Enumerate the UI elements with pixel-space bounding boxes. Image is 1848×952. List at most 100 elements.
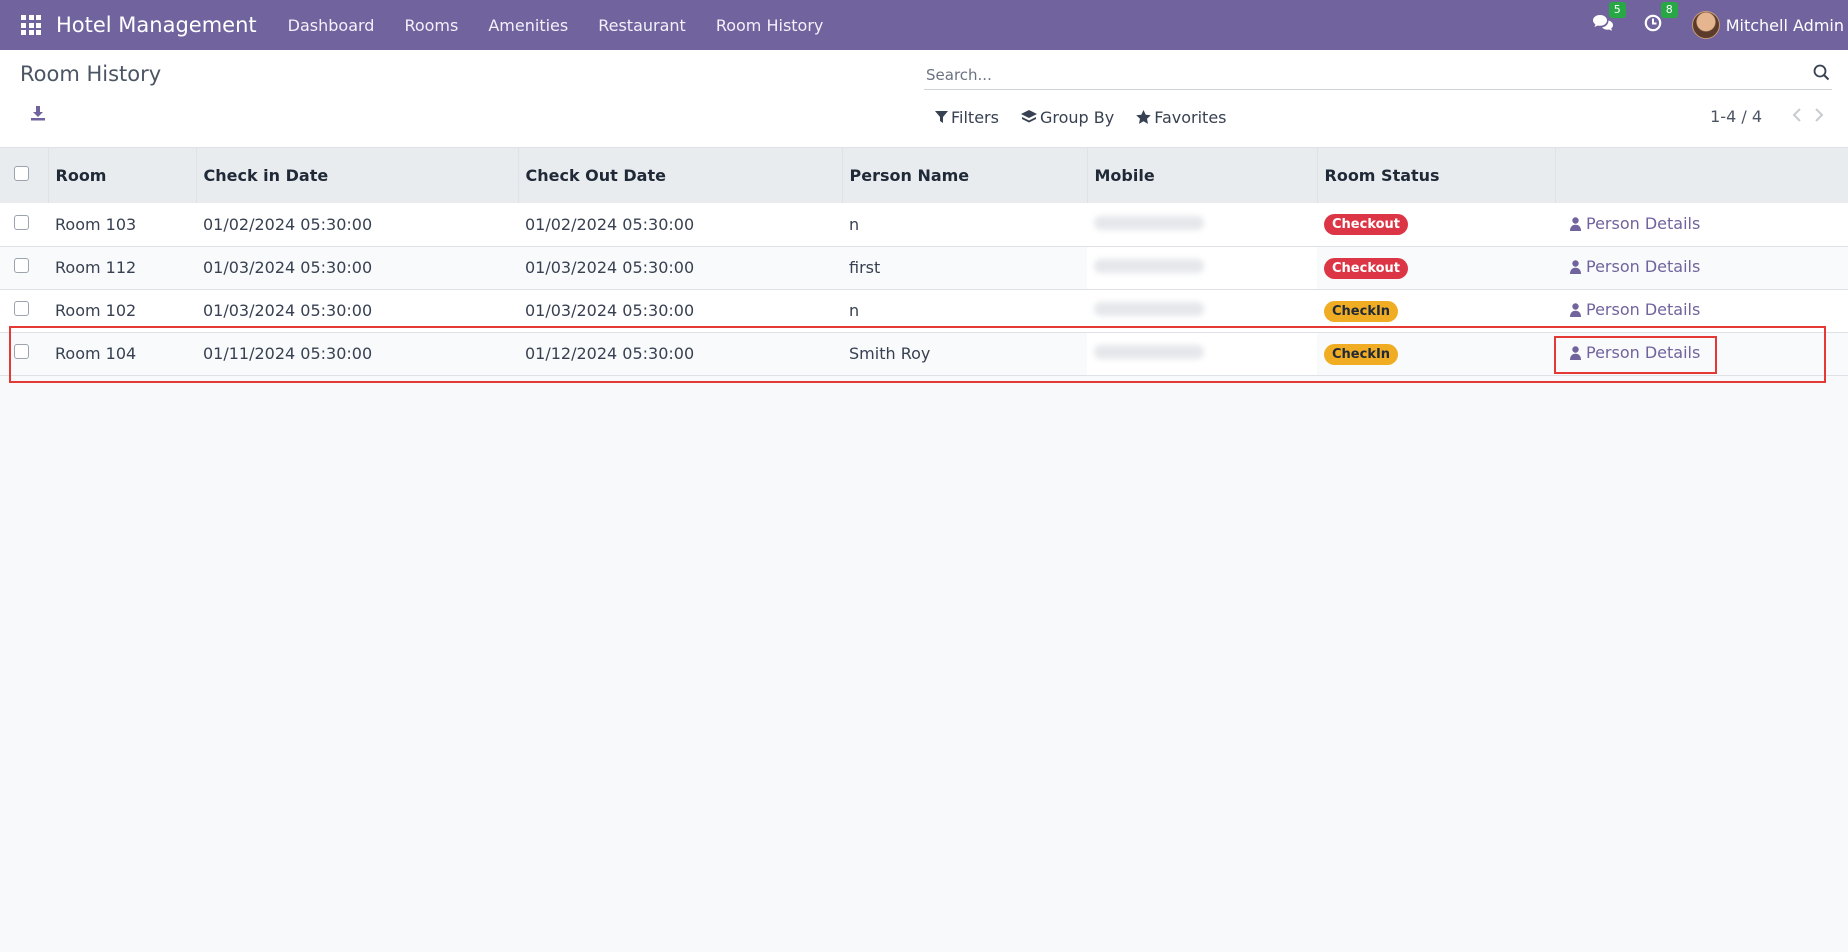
redacted-mobile	[1094, 302, 1204, 316]
search-bar	[924, 60, 1832, 90]
column-person-name[interactable]: Person Name	[842, 148, 1088, 203]
mobile-cell	[1087, 203, 1317, 246]
user-icon	[1570, 216, 1581, 231]
column-check-out-date[interactable]: Check Out Date	[518, 148, 843, 203]
app-grid-icon[interactable]	[21, 15, 41, 35]
menu-amenities[interactable]: Amenities	[473, 16, 583, 35]
room-cell: Room 104	[55, 344, 137, 363]
app-brand[interactable]: Hotel Management	[56, 13, 257, 37]
person-name-cell: n	[849, 301, 860, 320]
avatar	[1691, 11, 1720, 39]
check-out-cell: 01/03/2024 05:30:00	[525, 301, 695, 320]
pager-previous-button[interactable]	[1792, 107, 1802, 126]
user-icon	[1570, 260, 1581, 274]
mobile-cell	[1087, 332, 1317, 375]
status-badge: Checkout	[1324, 214, 1409, 236]
messages-count-badge: 5	[1608, 2, 1626, 18]
user-menu[interactable]: Mitchell Admin	[1691, 11, 1844, 39]
favorites-label: Favorites	[1154, 108, 1227, 127]
column-mobile[interactable]: Mobile	[1087, 148, 1318, 203]
mobile-cell	[1087, 289, 1317, 332]
column-actions	[1555, 148, 1848, 203]
person-name-cell: first	[849, 258, 881, 277]
main-menu: Dashboard Rooms Amenities Restaurant Roo…	[273, 16, 839, 35]
status-cell: Checkout	[1317, 246, 1555, 289]
person-details-label: Person Details	[1586, 343, 1701, 363]
control-panel: Room History Filters Group By	[0, 50, 1848, 148]
column-check-in-date[interactable]: Check in Date	[196, 148, 519, 203]
page-title: Room History	[20, 62, 162, 86]
column-room-status[interactable]: Room Status	[1317, 148, 1556, 203]
mobile-cell	[1087, 246, 1317, 289]
pager: 1-4 / 4	[1710, 107, 1824, 126]
check-out-cell: 01/03/2024 05:30:00	[525, 258, 695, 277]
search-input[interactable]	[924, 65, 1813, 84]
table-row[interactable]: Room 112 01/03/2024 05:30:00 01/03/2024 …	[0, 246, 1848, 289]
row-checkbox[interactable]	[14, 301, 29, 316]
export-button[interactable]	[30, 105, 46, 125]
menu-room-history[interactable]: Room History	[701, 16, 839, 35]
person-details-button[interactable]: Person Details	[1570, 300, 1700, 319]
table-row[interactable]: Room 103 01/02/2024 05:30:00 01/02/2024 …	[0, 203, 1848, 246]
download-icon	[31, 106, 45, 121]
status-cell: CheckIn	[1317, 332, 1555, 375]
action-cell: Person Details	[1555, 289, 1848, 332]
top-navbar: Hotel Management Dashboard Rooms Ameniti…	[0, 0, 1848, 50]
menu-dashboard[interactable]: Dashboard	[273, 16, 390, 35]
group-by-button[interactable]: Group By	[1020, 108, 1115, 127]
person-details-label: Person Details	[1586, 300, 1701, 320]
check-out-cell: 01/12/2024 05:30:00	[525, 344, 695, 363]
favorites-button[interactable]: Favorites	[1136, 108, 1227, 127]
table-row[interactable]: Room 102 01/03/2024 05:30:00 01/03/2024 …	[0, 289, 1848, 332]
action-cell: Person Details	[1555, 332, 1848, 375]
person-name-cell: Smith Roy	[849, 344, 931, 363]
person-details-button[interactable]: Person Details	[1570, 257, 1700, 276]
pager-value[interactable]: 1-4 / 4	[1710, 107, 1762, 126]
redacted-mobile	[1094, 259, 1204, 273]
person-details-button[interactable]: Person Details	[1570, 214, 1700, 233]
menu-restaurant[interactable]: Restaurant	[583, 16, 701, 35]
row-checkbox[interactable]	[14, 344, 29, 359]
filters-label: Filters	[951, 108, 999, 127]
star-icon	[1136, 110, 1152, 124]
person-name-cell: n	[849, 214, 860, 234]
table-row[interactable]: Room 104 01/11/2024 05:30:00 01/12/2024 …	[0, 332, 1848, 375]
check-in-cell: 01/03/2024 05:30:00	[203, 258, 373, 277]
status-cell: CheckIn	[1317, 289, 1555, 332]
status-badge: CheckIn	[1324, 343, 1399, 365]
filter-icon	[935, 111, 948, 123]
column-room[interactable]: Room	[48, 148, 197, 203]
pager-next-button[interactable]	[1814, 107, 1824, 126]
table-header: Room Check in Date Check Out Date Person…	[0, 148, 1848, 203]
status-badge: Checkout	[1324, 257, 1409, 279]
activities-count-badge: 8	[1660, 2, 1678, 18]
search-icon[interactable]	[1813, 64, 1830, 85]
check-in-cell: 01/03/2024 05:30:00	[203, 301, 373, 320]
redacted-mobile	[1094, 345, 1204, 359]
person-details-label: Person Details	[1586, 214, 1701, 233]
row-checkbox[interactable]	[14, 258, 29, 273]
messages-button[interactable]: 5	[1592, 2, 1626, 36]
action-cell: Person Details	[1555, 246, 1848, 289]
group-by-label: Group By	[1039, 108, 1115, 127]
status-badge: CheckIn	[1324, 300, 1399, 322]
room-history-table: Room Check in Date Check Out Date Person…	[0, 148, 1848, 376]
status-cell: Checkout	[1317, 203, 1555, 246]
person-details-button[interactable]: Person Details	[1570, 343, 1700, 362]
select-all-checkbox[interactable]	[14, 166, 29, 181]
menu-rooms[interactable]: Rooms	[389, 16, 473, 35]
row-checkbox[interactable]	[14, 214, 29, 230]
chevron-right-icon	[1815, 108, 1824, 122]
activities-button[interactable]: 8	[1644, 2, 1678, 36]
check-in-cell: 01/11/2024 05:30:00	[203, 344, 373, 363]
redacted-mobile	[1094, 215, 1204, 230]
action-cell: Person Details	[1555, 203, 1848, 246]
clock-icon	[1644, 14, 1662, 32]
room-history-list: Room Check in Date Check Out Date Person…	[0, 148, 1848, 376]
filters-button[interactable]: Filters	[935, 108, 999, 127]
person-details-label: Person Details	[1586, 257, 1701, 277]
check-in-cell: 01/02/2024 05:30:00	[203, 214, 373, 234]
user-icon	[1570, 303, 1581, 317]
room-cell: Room 102	[55, 301, 137, 320]
user-name: Mitchell Admin	[1725, 15, 1844, 35]
